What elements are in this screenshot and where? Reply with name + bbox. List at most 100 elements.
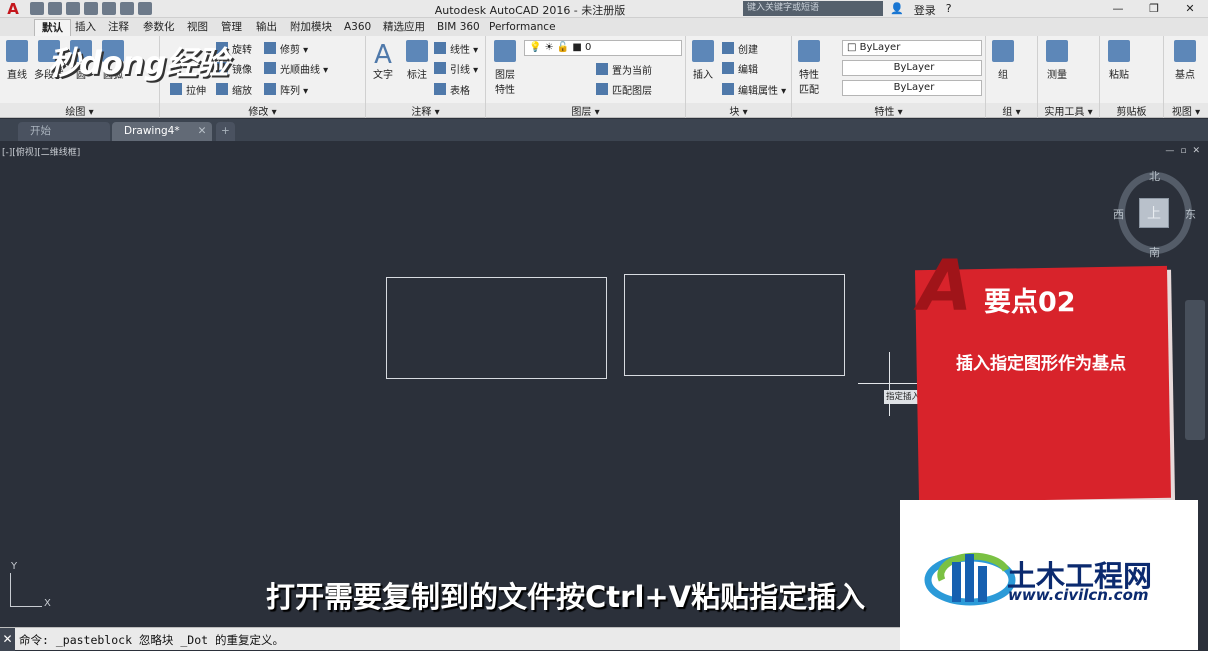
tab-manage[interactable]: 管理 <box>214 19 249 36</box>
create-block-button[interactable]: 创建 <box>722 39 758 57</box>
lineweight-dropdown[interactable]: ByLayer <box>842 80 982 96</box>
tab-default[interactable]: 默认 <box>34 19 71 36</box>
tab-featured-apps[interactable]: 精选应用 <box>376 19 432 36</box>
print-icon[interactable] <box>102 2 116 15</box>
panel-view: 基点 视图 ▾ <box>1164 36 1208 118</box>
viewport-close-button[interactable]: ✕ <box>1192 146 1200 156</box>
tab-addins[interactable]: 附加模块 <box>283 19 339 36</box>
insert-block-button[interactable]: 插入 <box>686 40 720 81</box>
compass-east[interactable]: 东 <box>1185 206 1196 222</box>
help-icon[interactable]: ? <box>946 2 952 18</box>
quick-access-toolbar <box>30 2 152 15</box>
dimension-button[interactable]: 标注 <box>400 40 434 81</box>
lightbulb-icon: 💡 ☀ 🔓 ■ <box>529 42 586 53</box>
panel-layers-title[interactable]: 图层 ▾ <box>486 103 685 118</box>
tab-annotate[interactable]: 注释 <box>101 19 136 36</box>
panel-clipboard: 粘贴 剪贴板 <box>1100 36 1164 118</box>
panel-groups-title[interactable]: 组 ▾ <box>986 103 1037 118</box>
fillet-icon <box>264 62 276 74</box>
linear-button[interactable]: 线性 ▾ <box>434 39 478 57</box>
site-url: www.civilcn.com <box>1008 586 1149 604</box>
tab-output[interactable]: 输出 <box>249 19 284 36</box>
search-input[interactable]: 键入关键字或短语 <box>743 1 883 16</box>
linear-icon <box>434 42 446 54</box>
save-icon[interactable] <box>66 2 80 15</box>
edit-block-button[interactable]: 编辑 <box>722 59 758 77</box>
minimize-button[interactable]: — <box>1100 0 1136 18</box>
command-close-icon[interactable]: ✕ <box>0 628 15 651</box>
viewport-restore-button[interactable]: ▫ <box>1180 146 1186 156</box>
autocad-logo-icon[interactable]: A <box>0 0 26 18</box>
paste-icon <box>1108 40 1130 62</box>
compass-north[interactable]: 北 <box>1149 168 1160 184</box>
panel-modify-title[interactable]: 修改 ▾ <box>160 103 365 118</box>
ucs-x-label: X <box>44 598 51 609</box>
paste-button[interactable]: 粘贴 <box>1102 40 1136 81</box>
group-button[interactable]: 组 <box>986 40 1020 81</box>
open-icon[interactable] <box>48 2 62 15</box>
table-icon <box>434 83 446 95</box>
edit-attributes-button[interactable]: 编辑属性 ▾ <box>722 80 786 98</box>
doc-tab-start[interactable]: 开始 <box>18 122 110 141</box>
text-button[interactable]: A 文字 <box>366 40 400 81</box>
user-icon[interactable]: 👤 <box>890 2 904 18</box>
panel-annotation-title[interactable]: 注释 ▾ <box>366 103 485 118</box>
panel-block-title[interactable]: 块 ▾ <box>686 103 791 118</box>
match-layer-button[interactable]: 匹配图层 <box>596 80 652 98</box>
redo-icon[interactable] <box>138 2 152 15</box>
panel-draw-title[interactable]: 绘图 ▾ <box>0 103 159 118</box>
tab-performance[interactable]: Performance <box>482 19 563 36</box>
base-view-icon <box>1174 40 1196 62</box>
compass-west[interactable]: 西 <box>1113 206 1124 222</box>
tab-insert[interactable]: 插入 <box>68 19 103 36</box>
trim-button[interactable]: 修剪 ▾ <box>264 39 308 57</box>
match-properties-button[interactable]: 特性 匹配 <box>792 40 826 96</box>
close-tab-icon[interactable]: ✕ <box>198 125 207 137</box>
restore-button[interactable]: ❐ <box>1136 0 1172 18</box>
close-button[interactable]: ✕ <box>1172 0 1208 18</box>
array-button[interactable]: 阵列 ▾ <box>264 80 308 98</box>
fillet-button[interactable]: 光顺曲线 ▾ <box>264 59 328 77</box>
set-current-button[interactable]: 置为当前 <box>596 60 652 78</box>
insert-icon <box>692 40 714 62</box>
compass-south[interactable]: 南 <box>1149 244 1160 260</box>
drawing-rectangle-right[interactable] <box>624 274 845 376</box>
viewport-window-controls: — ▫ ✕ <box>1165 146 1200 156</box>
new-tab-button[interactable]: + <box>216 122 235 141</box>
navigation-bar[interactable] <box>1185 300 1205 440</box>
panel-properties-title[interactable]: 特性 ▾ <box>792 103 985 118</box>
layer-stack-icon <box>494 40 516 62</box>
undo-icon[interactable] <box>120 2 134 15</box>
command-line[interactable]: ✕ 命令: _pasteblock 忽略块 _Dot 的重复定义。 <box>0 627 900 651</box>
base-view-button[interactable]: 基点 <box>1168 40 1202 81</box>
viewport-minimize-button[interactable]: — <box>1165 146 1174 156</box>
group-icon <box>992 40 1014 62</box>
panel-view-title[interactable]: 视图 ▾ <box>1164 103 1208 118</box>
viewport-controls-label[interactable]: [-][俯视][二维线框] <box>2 145 80 158</box>
panel-groups: 组 组 ▾ <box>986 36 1038 118</box>
layer-properties-button[interactable]: 图层 特性 <box>488 40 522 96</box>
color-dropdown[interactable]: □ ByLayer <box>842 40 982 56</box>
leader-icon <box>434 62 446 74</box>
scale-icon <box>216 83 228 95</box>
measure-icon <box>1046 40 1068 62</box>
tab-bim360[interactable]: BIM 360 <box>430 19 487 36</box>
new-icon[interactable] <box>30 2 44 15</box>
tab-parametric[interactable]: 参数化 <box>136 19 182 36</box>
leader-button[interactable]: 引线 ▾ <box>434 59 478 77</box>
save-as-icon[interactable] <box>84 2 98 15</box>
viewcube[interactable]: 上 北 南 西 东 <box>1113 170 1196 259</box>
panel-clipboard-title[interactable]: 剪贴板 <box>1100 103 1163 118</box>
table-button[interactable]: 表格 <box>434 80 470 98</box>
line-button[interactable]: 直线 <box>0 40 34 81</box>
drawing-rectangle-left[interactable] <box>386 277 607 379</box>
viewcube-top-face[interactable]: 上 <box>1139 198 1169 228</box>
measure-button[interactable]: 测量 <box>1040 40 1074 81</box>
panel-utilities-title[interactable]: 实用工具 ▾ <box>1038 103 1099 118</box>
tab-a360[interactable]: A360 <box>337 19 378 36</box>
tab-view[interactable]: 视图 <box>180 19 215 36</box>
layer-dropdown[interactable]: 💡 ☀ 🔓 ■ 0 <box>524 40 682 56</box>
login-link[interactable]: 登录 <box>914 2 936 18</box>
doc-tab-drawing4[interactable]: Drawing4* ✕ <box>112 122 212 141</box>
linetype-dropdown[interactable]: ByLayer <box>842 60 982 76</box>
